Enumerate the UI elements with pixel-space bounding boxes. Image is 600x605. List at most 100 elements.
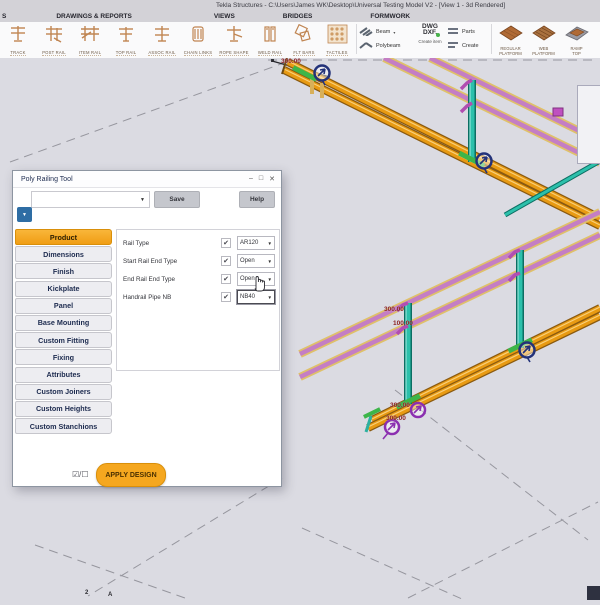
dimension-label: 300.00 xyxy=(390,402,410,409)
settings-combobox[interactable]: ▼ xyxy=(31,191,150,208)
expand-button[interactable]: ▼ xyxy=(17,207,32,222)
tab-attributes[interactable]: Attributes xyxy=(15,367,112,383)
grid-label-2: 2 xyxy=(85,590,88,596)
dimension-label: 100.00 xyxy=(393,320,413,327)
tab-product[interactable]: Product xyxy=(15,229,112,245)
tab-base-mounting[interactable]: Base Mounting xyxy=(15,315,112,331)
menu-item-partial[interactable]: S xyxy=(2,13,6,20)
chevron-down-icon: ▼ xyxy=(268,295,272,300)
tab-panel[interactable]: Panel xyxy=(15,298,112,314)
maximize-icon[interactable]: □ xyxy=(259,175,263,183)
weld-rail-icon xyxy=(259,24,281,49)
ribbon-tool-regular-platform[interactable]: REGULAR PLATFORM xyxy=(494,22,527,56)
beam-icon xyxy=(359,26,373,38)
end-rail-end-checkbox[interactable]: ✔ xyxy=(221,274,231,284)
form-row-start-rail-end: Start Rail End Type ✔ Open▼ xyxy=(117,253,279,269)
handrail-pipe-checkbox[interactable]: ✔ xyxy=(221,292,231,302)
ribbon-tool-rope-shape[interactable]: ROPE SHAPE xyxy=(216,22,252,58)
tab-custom-stanchions[interactable]: Custom Stanchions xyxy=(15,418,112,434)
menu-item-bridges[interactable]: BRIDGES xyxy=(283,13,313,20)
stanchion-post xyxy=(406,303,408,404)
ribbon-tool-item-rail[interactable]: ITEM RAIL xyxy=(72,22,108,58)
window-titlebar: Tekla Structures - C:\Users\James WK\Des… xyxy=(0,0,600,10)
web-platform-icon xyxy=(531,24,557,46)
menu-bar: S DRAWINGS & REPORTS VIEWS BRIDGES FORMW… xyxy=(0,10,600,22)
ribbon-tool-flt-bars[interactable]: FLT BARS xyxy=(288,22,320,58)
start-rail-end-checkbox[interactable]: ✔ xyxy=(221,256,231,266)
flat-bars-icon xyxy=(293,24,315,49)
tab-kickplate[interactable]: Kickplate xyxy=(15,281,112,297)
ribbon-tool-beam[interactable]: Beam ▾ xyxy=(359,25,413,39)
ribbon-tool-create[interactable]: Create xyxy=(447,39,489,53)
menu-item-views[interactable]: VIEWS xyxy=(214,13,235,20)
chevron-down-icon: ▼ xyxy=(268,277,272,282)
dial-icon xyxy=(520,343,535,363)
ribbon-tool-tactiles[interactable]: TACTILES xyxy=(320,22,354,58)
ribbon-separator xyxy=(491,24,492,54)
tab-finish[interactable]: Finish xyxy=(15,263,112,279)
chevron-down-icon: ▼ xyxy=(140,197,145,203)
tactiles-grid-icon xyxy=(326,24,348,49)
ribbon-tool-ramp-top[interactable]: RAMP TOP xyxy=(560,22,593,56)
dialog-titlebar[interactable]: Poly Railing Tool – □ ✕ xyxy=(13,171,281,188)
ribbon-tool-web-platform[interactable]: WEB PLATFORM xyxy=(527,22,560,56)
stanchion-post xyxy=(470,80,472,162)
ribbon-tool-post-rail[interactable]: POST RAIL xyxy=(36,22,72,58)
chevron-down-icon[interactable]: ▾ xyxy=(393,30,395,35)
save-button[interactable]: Save xyxy=(154,191,200,208)
tab-custom-fitting[interactable]: Custom Fitting xyxy=(15,332,112,348)
dimension-label: 300.00 xyxy=(386,415,406,422)
dial-icon xyxy=(411,403,425,417)
ribbon-tool-top-rail[interactable]: TOP RAIL xyxy=(108,22,144,58)
create-icon xyxy=(447,40,459,52)
handrail-pipe-select[interactable]: NB40▼ xyxy=(237,290,275,304)
start-rail-end-select[interactable]: Open▼ xyxy=(237,254,275,268)
chain-links-icon xyxy=(187,24,209,49)
railing-track-icon xyxy=(7,24,29,49)
poly-railing-tool-dialog: Poly Railing Tool – □ ✕ ▼ Save Help ▼ Pr… xyxy=(12,170,282,487)
minimize-icon[interactable]: – xyxy=(249,175,253,183)
ribbon-tool-parts[interactable]: Parts xyxy=(447,25,489,39)
railing-post-icon xyxy=(43,24,65,49)
ribbon-beam-group: Beam ▾ Polybeam xyxy=(359,22,413,53)
ribbon-toolbar: TRACK POST RAIL ITEM RAIL TOP RAIL ASSOC… xyxy=(0,22,600,59)
railing-assoc-icon xyxy=(151,24,173,49)
rope-shape-icon xyxy=(223,24,245,49)
ribbon-tool-dwg-dxf[interactable]: DWG DXF. Create item xyxy=(413,22,447,44)
side-panel-sliver[interactable] xyxy=(577,85,600,164)
chevron-down-icon: ▼ xyxy=(22,212,27,218)
tab-dimensions[interactable]: Dimensions xyxy=(15,246,112,262)
form-row-rail-type: Rail Type ✔ AR120▼ xyxy=(117,235,279,251)
rail-type-checkbox[interactable]: ✔ xyxy=(221,238,231,248)
dialog-tab-list: Product Dimensions Finish Kickplate Pane… xyxy=(15,229,112,435)
close-icon[interactable]: ✕ xyxy=(269,175,275,183)
chevron-down-icon: ▼ xyxy=(268,241,272,246)
menu-item-formwork[interactable]: FORMWORK xyxy=(370,13,410,20)
handrail-upper-run[interactable] xyxy=(384,58,600,163)
corner-widget[interactable] xyxy=(587,586,600,600)
apply-design-button[interactable]: APPLY DESIGN xyxy=(96,463,166,487)
help-button[interactable]: Help xyxy=(239,191,275,208)
tab-fixing[interactable]: Fixing xyxy=(15,349,112,365)
tab-custom-joiners[interactable]: Custom Joiners xyxy=(15,384,112,400)
view-toggle-checkboxes[interactable]: ☑/☐ xyxy=(72,470,89,479)
ramp-top-icon xyxy=(564,24,590,46)
dimension-label: 300.00 xyxy=(281,58,301,65)
window-title: Tekla Structures - C:\Users\James WK\Des… xyxy=(216,2,505,9)
status-dot-icon xyxy=(436,33,440,37)
chevron-down-icon: ▼ xyxy=(268,259,272,264)
fitting-marker xyxy=(553,108,563,116)
ribbon-tool-chain-links[interactable]: CHAIN LINKS xyxy=(180,22,216,58)
stanchion-post xyxy=(518,250,520,348)
ribbon-tool-assoc-rail[interactable]: ASSOC RAIL xyxy=(144,22,180,58)
ribbon-tool-track[interactable]: TRACK xyxy=(0,22,36,58)
rail-type-select[interactable]: AR120▼ xyxy=(237,236,275,250)
regular-platform-icon xyxy=(498,24,524,46)
menu-item-drawings-reports[interactable]: DRAWINGS & REPORTS xyxy=(56,13,131,20)
ribbon-tool-polybeam[interactable]: Polybeam xyxy=(359,39,413,53)
ribbon-tool-weld-rail[interactable]: WELD RAIL xyxy=(252,22,288,58)
ribbon-parts-group: Parts Create xyxy=(447,22,489,53)
tab-custom-heights[interactable]: Custom Heights xyxy=(15,401,112,417)
dimension-label: 300.00 xyxy=(384,306,404,313)
dialog-title: Poly Railing Tool xyxy=(21,176,73,183)
